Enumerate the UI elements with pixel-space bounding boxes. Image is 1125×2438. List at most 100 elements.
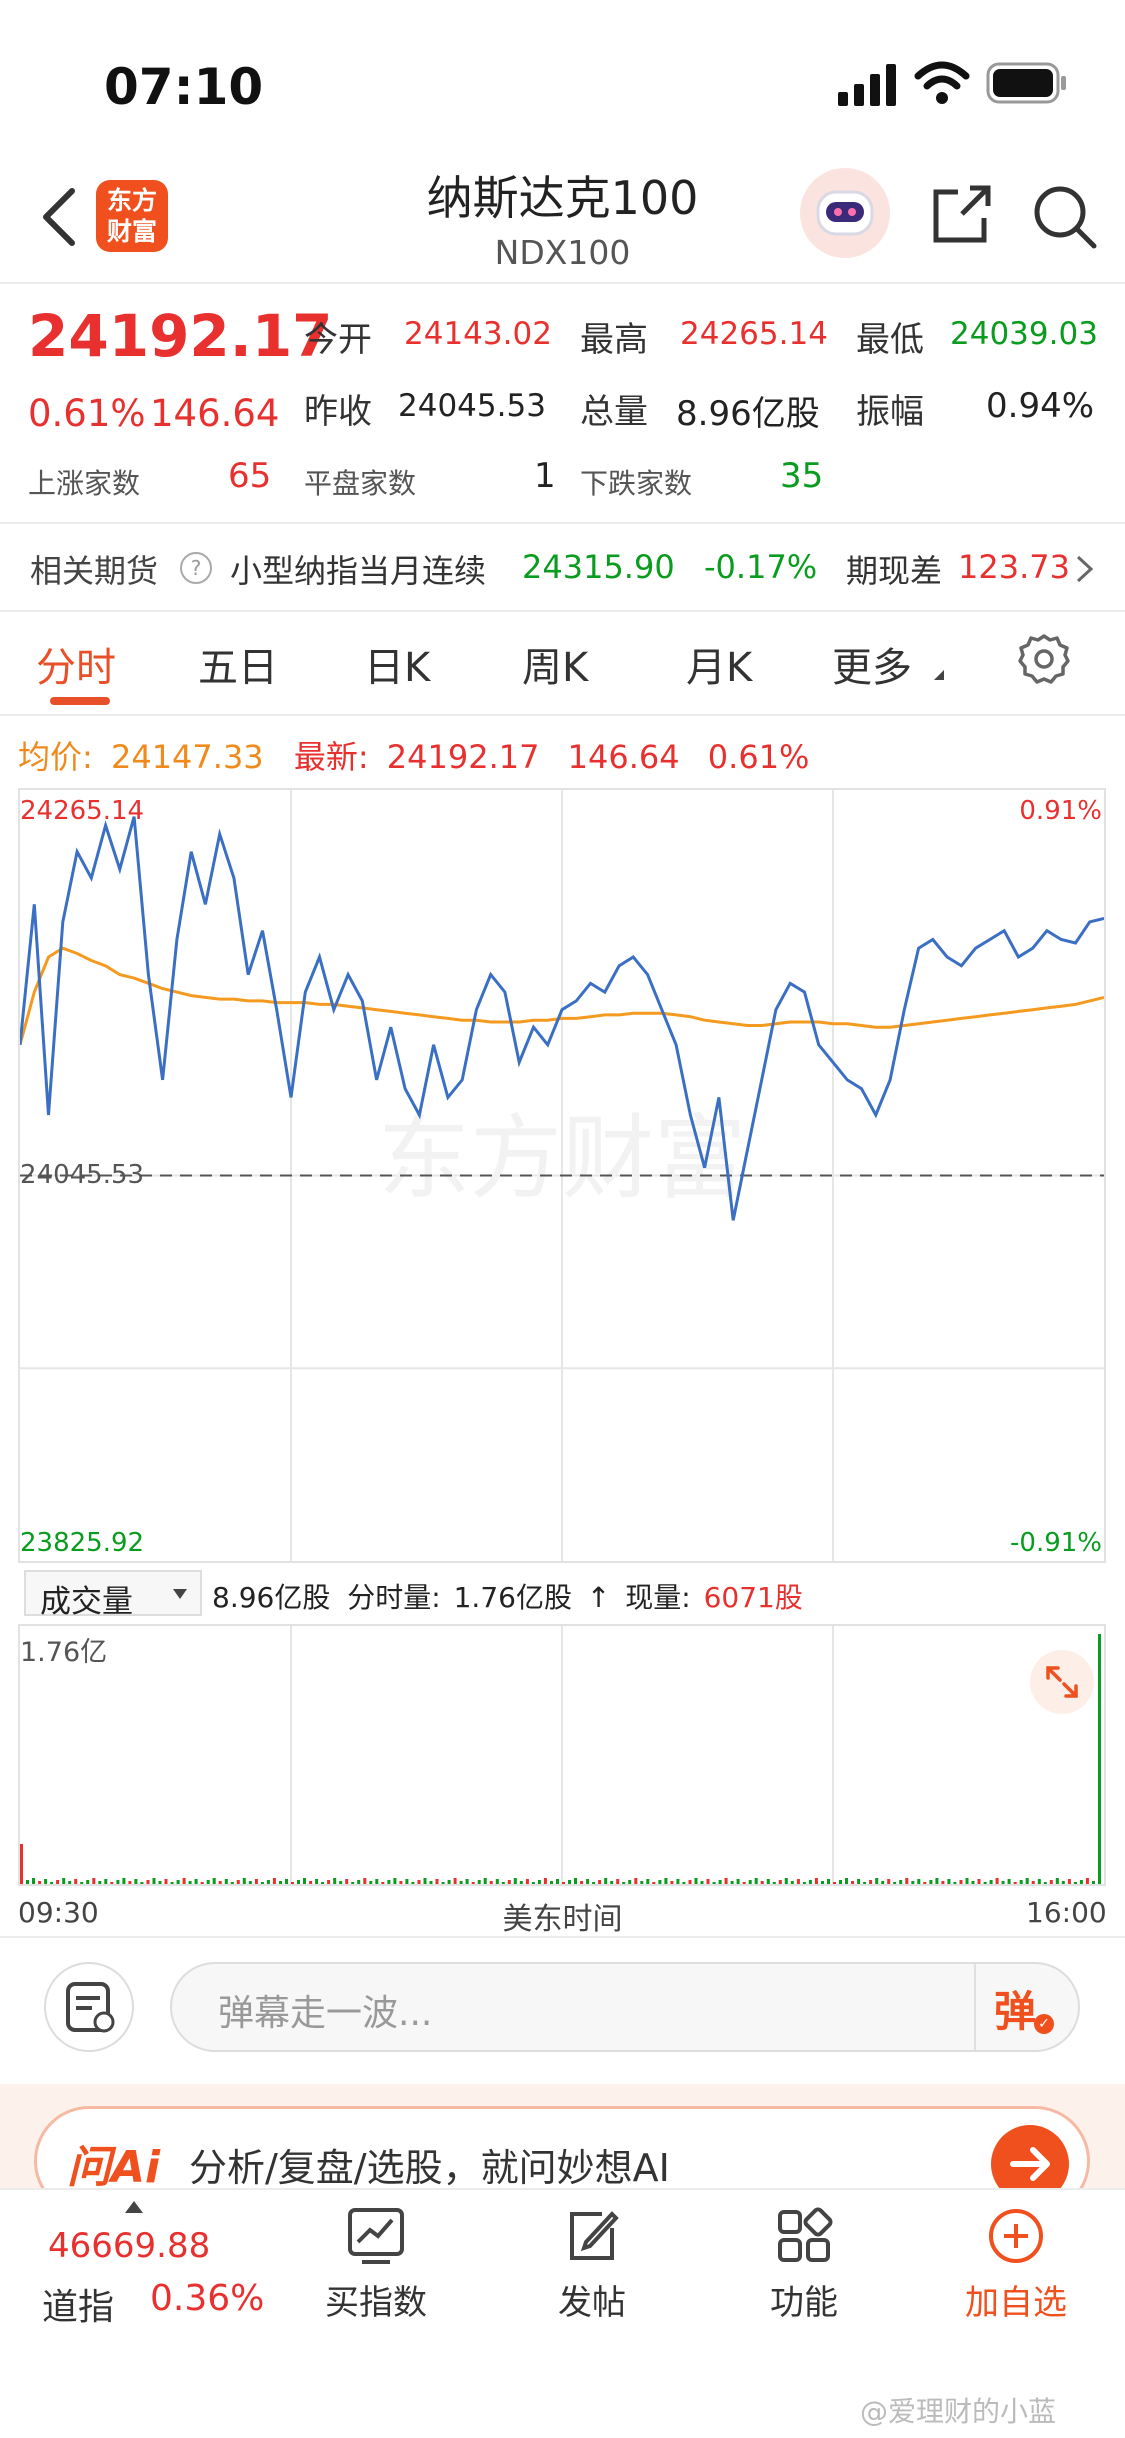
volume-bar (110, 1882, 114, 1884)
danmaku-send-button[interactable]: 弹 ✓ (994, 1978, 1064, 2038)
tab-more[interactable]: 更多 (832, 635, 912, 693)
y-bottom-label: 23825.92 (20, 1528, 145, 1558)
volume-bar (646, 1879, 650, 1884)
volume-bar (887, 1879, 891, 1884)
volume-bar (405, 1879, 409, 1884)
nav-functions[interactable]: 功能 (734, 2206, 874, 2324)
volume-bar (86, 1880, 90, 1884)
change-pct: 0.61% (28, 392, 146, 435)
expand-button[interactable] (1030, 1650, 1094, 1714)
time-end-label: 16:00 (1026, 1896, 1107, 1929)
settings-button[interactable] (1016, 630, 1072, 690)
volume-bar (170, 1882, 174, 1884)
search-icon (1034, 186, 1097, 249)
volume-info: 8.96亿股 分时量: 1.76亿股 ↑ 现量: 6071股 (212, 1576, 803, 1616)
volume-bar (525, 1879, 529, 1884)
y-ref-label: 24045.53 (20, 1160, 145, 1190)
intraday-chart[interactable]: 东方财富 24265.14 0.91% 24045.53 23825.92 -0… (18, 788, 1106, 1563)
volume-bar (778, 1880, 782, 1884)
volume-bar (339, 1881, 343, 1884)
nav-buy-index[interactable]: 买指数 (306, 2206, 446, 2324)
volume-bar (122, 1878, 126, 1884)
volume-bar (285, 1879, 288, 1884)
volume-bar (1031, 1881, 1035, 1884)
volume-bar (194, 1879, 198, 1884)
futures-row[interactable]: 相关期货 ? 小型纳指当月连续 24315.90 -0.17% 期现差 123.… (0, 524, 1125, 610)
volume-bar (116, 1880, 120, 1884)
volume-chart-svg (20, 1626, 1101, 1884)
tab-intraday[interactable]: 分时 (36, 635, 116, 693)
notes-button[interactable] (44, 1962, 134, 2052)
volume-bar (1073, 1882, 1077, 1884)
volume-bar (556, 1879, 559, 1884)
amplitude-value: 0.94% (986, 386, 1095, 426)
index-name[interactable]: 道指 (42, 2278, 114, 2330)
basis-value: 123.73 (958, 548, 1070, 586)
volume-bar (345, 1879, 349, 1884)
volume-bar (1061, 1881, 1065, 1884)
time-axis-title: 美东时间 (502, 1902, 623, 1937)
nav-buy-index-label: 买指数 (325, 2283, 427, 2323)
volume-bar (507, 1880, 511, 1884)
up-count: 65 (228, 456, 272, 496)
tab-daily-k[interactable]: 日K (364, 635, 430, 693)
volume-bar (748, 1880, 752, 1884)
volume-bar (315, 1879, 319, 1884)
avg-label: 均价: (18, 738, 93, 776)
volume-bar (1013, 1882, 1017, 1884)
volume-chart[interactable]: 1.76亿 (18, 1624, 1106, 1886)
volume-bar (941, 1881, 945, 1884)
volume-bar (658, 1880, 662, 1884)
volume-bar (935, 1878, 939, 1884)
index-pct: 0.36% (150, 2278, 265, 2319)
volume-bar (212, 1878, 216, 1884)
volume-bar (995, 1878, 999, 1884)
volume-bar (20, 1844, 23, 1884)
chart-trend-icon (348, 2208, 404, 2264)
volume-bar (363, 1878, 367, 1884)
volume-bar (664, 1878, 668, 1884)
share-icon (933, 185, 991, 243)
volume-bar (971, 1881, 975, 1884)
volume-bar (827, 1879, 830, 1884)
volume-bar (772, 1882, 776, 1884)
flat-count-label: 平盘家数 (304, 467, 417, 500)
volume-bar (369, 1881, 373, 1884)
nav-post[interactable]: 发帖 (522, 2206, 662, 2324)
volume-bar (959, 1880, 963, 1884)
volume-bar (760, 1881, 764, 1884)
volume-bar (754, 1878, 758, 1884)
volume-bar (375, 1879, 379, 1884)
minute-volume-label: 分时量: (347, 1581, 441, 1614)
volume-bar (158, 1881, 162, 1884)
gear-icon (1018, 634, 1070, 684)
tab-weekly-k[interactable]: 周K (522, 635, 588, 693)
volume-bar (441, 1882, 445, 1884)
up-triangle-icon (125, 2201, 143, 2213)
volume-bar (1079, 1880, 1083, 1884)
open-label: 今开 (304, 320, 372, 360)
volume-selector[interactable]: 成交量 (24, 1570, 202, 1620)
volume-bar (471, 1882, 475, 1884)
danmaku-send-label: 弹 (994, 1987, 1037, 2036)
search-button[interactable] (1030, 182, 1100, 256)
nav-functions-label: 功能 (770, 2283, 838, 2323)
robot-avatar-button[interactable] (800, 168, 890, 258)
help-icon[interactable]: ? (180, 552, 212, 584)
tab-monthly-k[interactable]: 月K (686, 635, 752, 693)
comment-input-box[interactable]: 弹幕走一波... 弹 ✓ (170, 1962, 1080, 2052)
intraday-chart-svg: 东方财富 (20, 790, 1104, 1561)
volume-bar (965, 1878, 969, 1884)
volume-bar (272, 1878, 276, 1884)
volume-max-label: 1.76亿 (20, 1637, 108, 1668)
futures-divider (0, 610, 1125, 612)
amplitude-label: 振幅 (856, 392, 924, 432)
ai-banner-text: 分析/复盘/选股，就问妙想AI (189, 2146, 670, 2190)
share-button[interactable] (928, 182, 994, 252)
nav-add-watchlist[interactable]: 加自选 (946, 2206, 1086, 2324)
comment-input[interactable]: 弹幕走一波... (218, 1984, 432, 2036)
volume-bar (260, 1882, 264, 1884)
tab-five-day[interactable]: 五日 (198, 635, 278, 693)
volume-bar (381, 1882, 385, 1884)
check-icon: ✓ (1034, 2014, 1054, 2034)
